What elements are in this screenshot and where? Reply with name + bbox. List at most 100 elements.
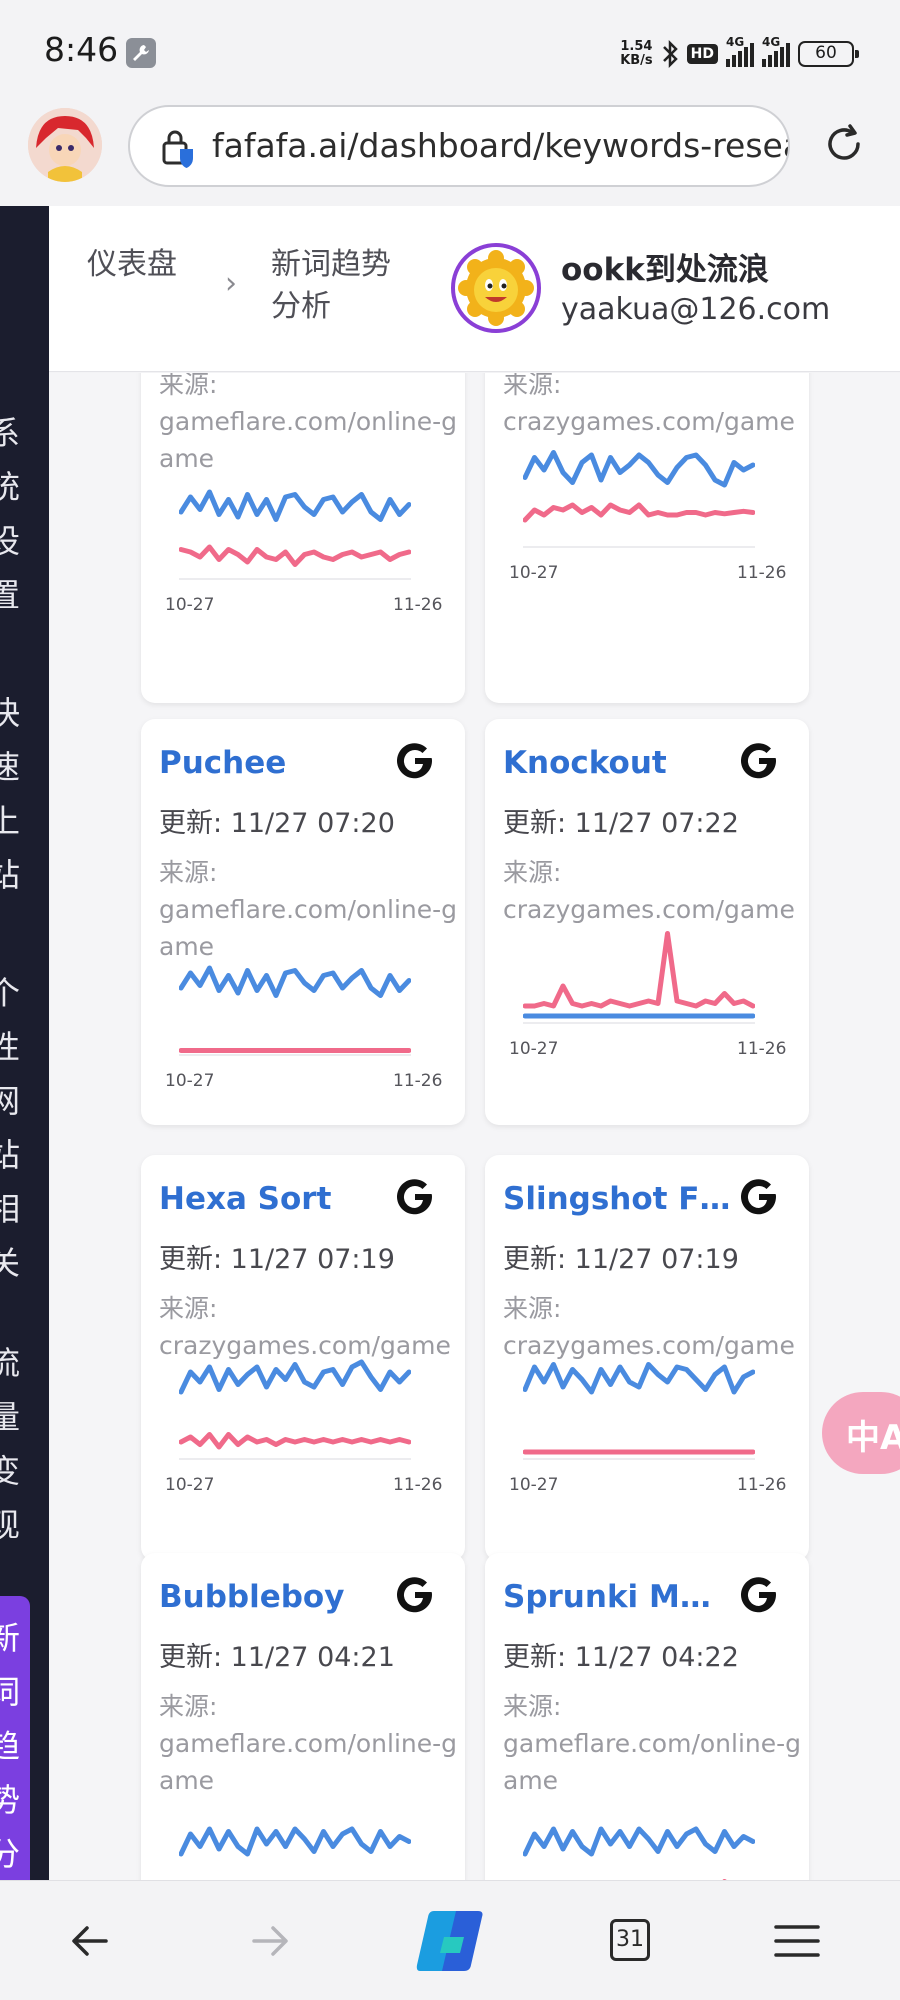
card-source-url: crazygames.com/game — [503, 407, 795, 436]
sidebar-item-personal-sites[interactable]: 个 性 网 站 相 关 — [0, 966, 21, 1290]
net-speed-value: 1.54 — [620, 39, 653, 54]
keyword-card[interactable]: Sprunki M… 更新: 11/27 04:22 来源: gameflare.co… — [485, 1553, 809, 1880]
translate-floating-button[interactable]: 中A — [822, 1392, 900, 1474]
x-axis-start-label: 10-27 — [165, 1475, 215, 1495]
forward-button[interactable] — [210, 1881, 330, 2000]
google-search-icon[interactable] — [395, 1177, 435, 1217]
address-bar[interactable]: fafafa.ai/dashboard/keywords-research — [128, 105, 790, 187]
user-avatar[interactable] — [451, 243, 541, 333]
sidebar-item-quick-launch[interactable]: 快 速 上 站 — [0, 686, 21, 902]
status-icons: 1.54 KB/s HD 4G 4G 60 — [620, 35, 859, 72]
keyword-cards-grid: 更新: 11/27 07:22 来源: gameflare.com/online-g… — [49, 373, 900, 1880]
x-axis-end-label: 11-26 — [737, 1475, 787, 1495]
series-line-blue — [523, 1362, 755, 1395]
google-search-icon[interactable] — [739, 741, 779, 781]
breadcrumb-current-page: 新词趋势分析 — [271, 247, 391, 324]
sidebar-char: 性 — [0, 1028, 21, 1066]
url-text[interactable]: fafafa.ai/dashboard/keywords-research — [212, 126, 788, 165]
reload-icon[interactable] — [822, 122, 866, 166]
keyword-card[interactable]: Bubbleboy 更新: 11/27 04:21 来源: gameflare.com… — [141, 1553, 465, 1880]
browser-toolbar: fafafa.ai/dashboard/keywords-research — [0, 100, 900, 206]
series-line-pink — [523, 931, 755, 1009]
net-speed: 1.54 KB/s — [620, 40, 652, 68]
card-source-label: 来源: — [503, 858, 562, 887]
keyword-card[interactable]: Knockout 更新: 11/27 07:22 来源: crazygames.com… — [485, 719, 809, 1125]
x-axis-end-label: 11-26 — [737, 563, 787, 583]
card-source-url: gameflare.com/online-game — [503, 1729, 802, 1795]
sidebar-item-new-word-trends-label: 新 词 趋 势 分 — [0, 1611, 21, 1880]
sidebar-char: 量 — [0, 1398, 21, 1436]
trend-sparkline — [179, 1826, 411, 1857]
keyword-card[interactable]: Hexa Sort 更新: 11/27 07:19 来源: crazygames.co… — [141, 1155, 465, 1561]
keyword-card[interactable]: Slingshot F… 更新: 11/27 07:19 来源: crazygames… — [485, 1155, 809, 1561]
sidebar-char: 新 — [0, 1619, 21, 1657]
series-line-blue — [523, 1826, 755, 1857]
trend-sparkline — [179, 489, 411, 580]
site-security-icon[interactable] — [160, 129, 196, 169]
keyword-title[interactable]: Sprunki M… — [503, 1579, 711, 1615]
card-source-label: 来源: — [159, 1294, 218, 1323]
x-axis-start-label: 10-27 — [165, 1071, 215, 1091]
keyword-title[interactable]: Hexa Sort — [159, 1181, 331, 1217]
card-source-label: 来源: — [503, 373, 562, 399]
card-updated-time: 更新: 11/27 07:22 — [503, 808, 739, 839]
menu-button[interactable] — [740, 1881, 860, 2000]
keyword-title[interactable]: Slingshot F… — [503, 1181, 730, 1217]
keyword-card[interactable]: 更新: 11/27 07:22来源:gameflare.com/online-g… — [141, 373, 465, 703]
card-updated-time: 更新: 11/27 07:20 — [159, 808, 395, 839]
series-line-pink — [179, 1432, 411, 1450]
sidebar-char: 网 — [0, 1082, 21, 1120]
series-line-pink — [179, 544, 411, 567]
trend-sparkline — [523, 931, 755, 1024]
browser-bottom-nav: 31 — [0, 1880, 900, 2000]
hd-badge: HD — [686, 44, 718, 64]
sidebar-char: 站 — [0, 1136, 21, 1174]
sidebar-char: 分 — [0, 1835, 21, 1873]
sidebar-char: 速 — [0, 748, 21, 786]
sidebar-char: 流 — [0, 1344, 21, 1382]
sidebar-char: 系 — [0, 414, 21, 452]
card-source-url: gameflare.com/online-game — [159, 1729, 458, 1795]
keyword-card[interactable]: Puchee 更新: 11/27 07:20 来源: gameflare.com/on… — [141, 719, 465, 1125]
series-line-blue — [523, 450, 755, 488]
card-source-url: gameflare.com/online-game — [159, 407, 458, 473]
keyword-title[interactable]: Bubbleboy — [159, 1579, 344, 1615]
google-search-icon[interactable] — [739, 1177, 779, 1217]
sidebar-char: 词 — [0, 1673, 21, 1711]
trend-sparkline — [179, 1359, 411, 1460]
wrench-icon — [126, 38, 156, 68]
google-search-icon[interactable] — [739, 1575, 779, 1615]
breadcrumb-dashboard[interactable]: 仪表盘 — [87, 244, 187, 286]
sidebar-char: 关 — [0, 1244, 21, 1282]
series-line-blue — [179, 489, 411, 522]
forward-arrow-icon — [252, 1926, 288, 1956]
series-line-blue — [179, 1826, 411, 1857]
keyword-title[interactable]: Puchee — [159, 745, 286, 781]
status-time: 8:46 — [44, 30, 119, 69]
dark-sidebar: 系 统 设 置 快 速 上 站 个 性 网 站 相 关 流 量 变 现 新 词 … — [0, 206, 49, 1880]
battery-indicator: 60 — [798, 41, 859, 67]
copilot-button[interactable] — [390, 1881, 510, 2000]
tab-count-button[interactable]: 31 — [610, 1919, 650, 1961]
google-search-icon[interactable] — [395, 741, 435, 781]
keyword-title[interactable]: Knockout — [503, 745, 667, 781]
card-source-label: 来源: — [159, 858, 218, 887]
trend-sparkline — [523, 1362, 755, 1460]
sidebar-char: 变 — [0, 1452, 21, 1490]
sidebar-char: 上 — [0, 802, 21, 840]
user-name[interactable]: ookk到处流浪 — [561, 244, 769, 289]
sidebar-item-traffic-monetization[interactable]: 流 量 变 现 — [0, 1336, 21, 1552]
bluetooth-icon — [662, 39, 678, 69]
google-search-icon[interactable] — [395, 1575, 435, 1615]
sidebar-char: 设 — [0, 522, 21, 560]
back-button[interactable] — [30, 1881, 150, 2000]
sidebar-char: 相 — [0, 1190, 21, 1228]
sidebar-char: 置 — [0, 576, 21, 614]
x-axis-start-label: 10-27 — [165, 595, 215, 615]
card-source-label: 来源: — [503, 1294, 562, 1323]
keyword-card[interactable]: 更新: 11/27 04:21来源:crazygames.com/game10-… — [485, 373, 809, 703]
browser-profile-avatar[interactable] — [28, 108, 102, 182]
card-source-label: 来源: — [159, 373, 218, 399]
sidebar-item-system-settings[interactable]: 系 统 设 置 — [0, 406, 21, 622]
series-line-blue — [179, 965, 411, 998]
